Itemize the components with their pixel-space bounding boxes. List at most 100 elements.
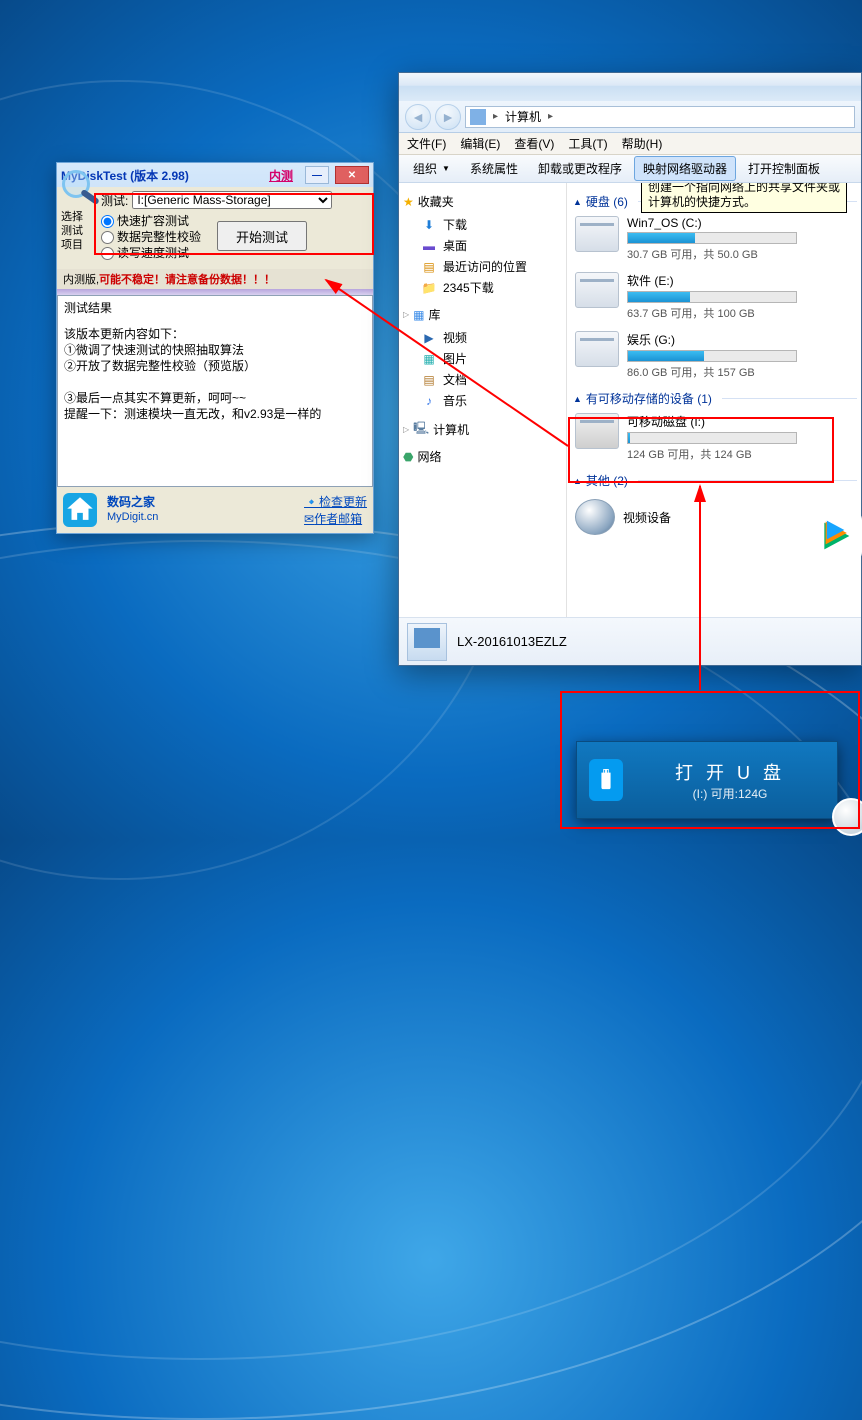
mdt-title-text: MyDiskTest (版本 2.98) bbox=[61, 167, 189, 184]
side-2345[interactable]: 📁2345下载 bbox=[403, 277, 562, 298]
network-icon: ⬣ bbox=[403, 450, 413, 464]
mydigit-logo bbox=[63, 493, 97, 527]
side-music[interactable]: ♪音乐 bbox=[403, 390, 562, 411]
usb-toast[interactable]: 打 开 U 盘 (I:) 可用:124G bbox=[576, 741, 838, 819]
chevron-down-icon: ▷ bbox=[403, 310, 409, 319]
opt-rw-radio[interactable] bbox=[101, 247, 114, 260]
results-body: 该版本更新内容如下： ①微调了快速测试的快照抽取算法 ②开放了数据完整性校验（预… bbox=[64, 326, 366, 422]
side-desktop[interactable]: ▬桌面 bbox=[403, 235, 562, 256]
menu-file[interactable]: 文件(F) bbox=[407, 135, 446, 152]
minimize-button[interactable]: — bbox=[305, 166, 329, 184]
breadcrumb-computer[interactable]: 计算机 bbox=[505, 108, 541, 125]
mydisktest-window: MyDiskTest (版本 2.98) 内测 — ✕ 选择 测试 项目 测试:… bbox=[56, 162, 374, 534]
menu-view[interactable]: 查看(V) bbox=[514, 135, 554, 152]
explorer-sidebar: ★收藏夹 ⬇下载 ▬桌面 ▤最近访问的位置 📁2345下载 ▷▦库 ▶视频 ▦图… bbox=[399, 183, 567, 617]
chevron-icon: ▷ bbox=[403, 425, 409, 434]
menu-edit[interactable]: 编辑(E) bbox=[460, 135, 500, 152]
hdd-icon bbox=[575, 272, 619, 308]
drive-g[interactable]: 娱乐 (G:) 86.0 GB 可用，共 157 GB bbox=[571, 331, 857, 380]
menu-help[interactable]: 帮助(H) bbox=[622, 135, 663, 152]
drive-i-removable[interactable]: 可移动磁盘 (I:) 124 GB 可用，共 124 GB bbox=[571, 413, 857, 462]
mdt-side-labels: 选择 测试 项目 bbox=[61, 210, 83, 252]
download-icon: ⬇ bbox=[421, 217, 437, 233]
chevron-down-icon: ▲ bbox=[573, 197, 582, 207]
brand-sub: MyDigit.cn bbox=[107, 510, 158, 525]
close-button[interactable]: ✕ bbox=[335, 166, 369, 184]
webcam-icon bbox=[575, 499, 615, 535]
results-heading: 测试结果 bbox=[64, 300, 366, 316]
computer-icon: 🖳 bbox=[413, 419, 429, 440]
mdt-results: 测试结果 该版本更新内容如下： ①微调了快速测试的快照抽取算法 ②开放了数据完整… bbox=[57, 295, 373, 487]
document-icon: ▤ bbox=[421, 372, 437, 388]
assistant-face-icon[interactable] bbox=[832, 798, 862, 836]
side-videos[interactable]: ▶视频 bbox=[403, 327, 562, 348]
start-test-button[interactable]: 开始测试 bbox=[217, 221, 307, 251]
folder-icon: 📁 bbox=[421, 280, 437, 296]
check-update-link[interactable]: 🔹检查更新 bbox=[304, 493, 367, 510]
drive-c-meta: 30.7 GB 可用，共 50.0 GB bbox=[627, 246, 857, 262]
opt-rw[interactable]: 读写速度测试 bbox=[101, 245, 201, 261]
opt-quick-radio[interactable] bbox=[101, 215, 114, 228]
explorer-titlebar[interactable] bbox=[399, 73, 861, 101]
explorer-statusbar: LX-20161013EZLZ 工作组: WorkGroup 内存: 3.49 … bbox=[399, 617, 861, 665]
side-pictures[interactable]: ▦图片 bbox=[403, 348, 562, 369]
computer-name: LX-20161013EZLZ bbox=[457, 634, 567, 650]
side-recent[interactable]: ▤最近访问的位置 bbox=[403, 256, 562, 277]
tb-map-drive[interactable]: 映射网络驱动器 bbox=[634, 156, 736, 181]
side-libraries[interactable]: ▷▦库 bbox=[403, 306, 562, 323]
side-network[interactable]: ⬣网络 bbox=[403, 448, 562, 465]
side-documents[interactable]: ▤文档 bbox=[403, 369, 562, 390]
drive-e-bar bbox=[627, 291, 797, 303]
drive-select[interactable]: I:[Generic Mass-Storage] bbox=[132, 191, 332, 209]
chevron-down-icon: ▼ bbox=[442, 164, 450, 173]
picture-icon: ▦ bbox=[421, 351, 437, 367]
drive-e[interactable]: 软件 (E:) 63.7 GB 可用，共 100 GB bbox=[571, 272, 857, 321]
chevron-right-icon[interactable]: ▸ bbox=[490, 111, 501, 122]
chevron-down-icon: ▲ bbox=[573, 394, 582, 404]
music-icon: ♪ bbox=[421, 393, 437, 409]
opt-integrity-radio[interactable] bbox=[101, 231, 114, 244]
hdd-icon bbox=[575, 216, 619, 252]
drive-g-bar bbox=[627, 350, 797, 362]
tb-organize[interactable]: 组织▼ bbox=[405, 157, 458, 180]
mdt-titlebar[interactable]: MyDiskTest (版本 2.98) 内测 — ✕ bbox=[57, 163, 373, 187]
drive-e-name: 软件 (E:) bbox=[627, 272, 857, 289]
menu-tools[interactable]: 工具(T) bbox=[568, 135, 607, 152]
author-mail-link[interactable]: ✉作者邮箱 bbox=[304, 510, 367, 527]
tb-sysprops[interactable]: 系统属性 bbox=[462, 157, 526, 180]
section-removable[interactable]: ▲有可移动存储的设备 (1) bbox=[573, 390, 857, 407]
star-icon: ★ bbox=[403, 195, 414, 209]
drive-i-name: 可移动磁盘 (I:) bbox=[627, 413, 857, 430]
drive-e-meta: 63.7 GB 可用，共 100 GB bbox=[627, 305, 857, 321]
toast-title: 打 开 U 盘 bbox=[635, 759, 825, 785]
chevron-right-icon[interactable]: ▸ bbox=[545, 111, 556, 122]
nav-back-button[interactable]: ◄ bbox=[405, 104, 431, 130]
opt-integrity[interactable]: 数据完整性校验 bbox=[101, 229, 201, 245]
computer-large-icon bbox=[407, 623, 447, 661]
mdt-beta-link[interactable]: 内测 bbox=[269, 167, 293, 184]
drive-c[interactable]: Win7_OS (C:) 30.7 GB 可用，共 50.0 GB bbox=[571, 216, 857, 262]
computer-icon bbox=[470, 109, 486, 125]
opt-quick[interactable]: 快速扩容测试 bbox=[101, 213, 201, 229]
drive-c-bar bbox=[627, 232, 797, 244]
side-computer[interactable]: ▷🖳计算机 bbox=[403, 419, 562, 440]
chevron-down-icon: ▲ bbox=[573, 476, 582, 486]
side-downloads[interactable]: ⬇下载 bbox=[403, 214, 562, 235]
nav-forward-button[interactable]: ► bbox=[435, 104, 461, 130]
mdt-footer: 数码之家 MyDigit.cn 🔹检查更新 ✉作者邮箱 bbox=[57, 487, 373, 533]
drive-g-meta: 86.0 GB 可用，共 157 GB bbox=[627, 364, 857, 380]
removable-disk-icon bbox=[575, 413, 619, 449]
explorer-navbar: ◄ ► ▸ 计算机 ▸ bbox=[399, 101, 861, 133]
side-favorites[interactable]: ★收藏夹 bbox=[403, 193, 562, 210]
section-other[interactable]: ▲其他 (2) bbox=[573, 472, 857, 489]
desktop-icon: ▬ bbox=[421, 238, 437, 254]
hdd-icon bbox=[575, 331, 619, 367]
test-label: 测试: bbox=[101, 192, 128, 209]
tencent-video-icon[interactable] bbox=[810, 510, 862, 562]
library-icon: ▦ bbox=[413, 308, 424, 322]
brand-name: 数码之家 bbox=[107, 495, 158, 510]
tb-uninstall[interactable]: 卸载或更改程序 bbox=[530, 157, 630, 180]
tb-ctrlpanel[interactable]: 打开控制面板 bbox=[740, 157, 828, 180]
drive-i-meta: 124 GB 可用，共 124 GB bbox=[627, 446, 857, 462]
address-bar[interactable]: ▸ 计算机 ▸ bbox=[465, 106, 855, 128]
